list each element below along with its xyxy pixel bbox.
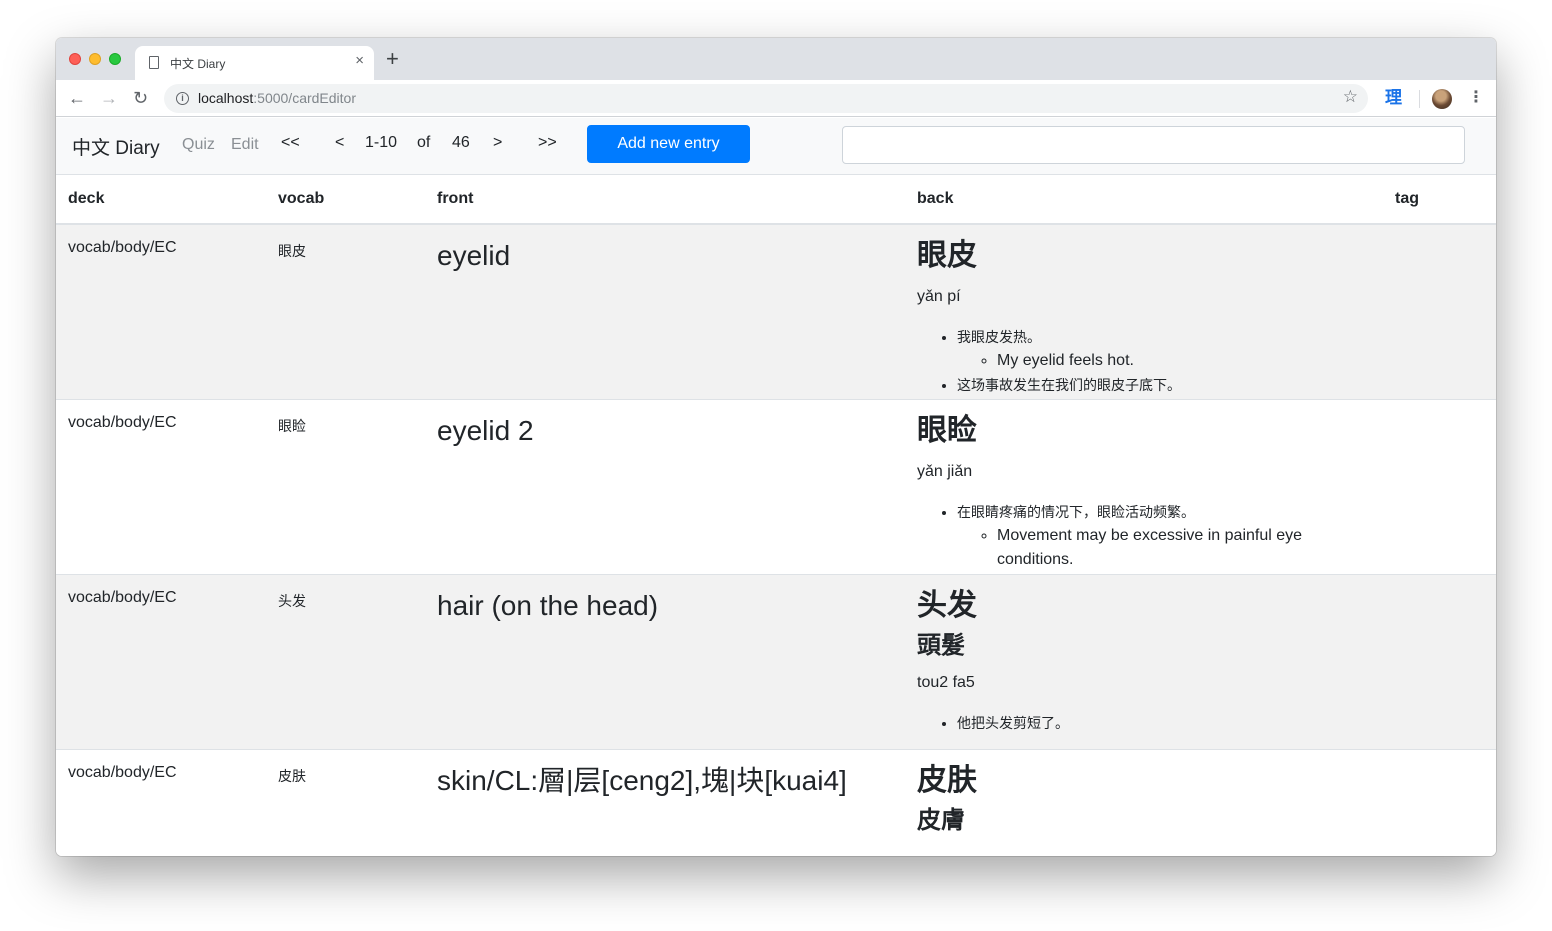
vocab-cell: 眼睑 <box>278 417 306 434</box>
tab-strip: 中文 Diary × + <box>56 38 1496 80</box>
deck-cell: vocab/body/EC <box>68 588 177 606</box>
front-cell: skin/CL:層|层[ceng2],塊|块[kuai4] <box>437 764 847 796</box>
example-item: 他把头发剪短了。 <box>957 711 1371 735</box>
profile-avatar[interactable] <box>1432 89 1452 109</box>
page-of-label: of <box>417 134 431 151</box>
first-page-button[interactable]: << <box>281 134 300 152</box>
next-page-button[interactable]: > <box>493 134 502 152</box>
document-icon <box>149 56 159 69</box>
card-table: deck vocab front back tag vocab/body/EC … <box>56 174 1496 856</box>
example-list: 他把头发剪短了。 <box>917 711 1371 735</box>
back-pinyin: tou2 fa5 <box>917 673 975 691</box>
front-cell: eyelid <box>437 239 511 271</box>
page-range: 1-10 <box>365 134 398 151</box>
back-cell: 眼皮 yǎn pí 我眼皮发热。 My eyelid feels hot. 这场… <box>917 237 1371 397</box>
front-cell: hair (on the head) <box>437 589 659 621</box>
brand[interactable]: 中文 Diary <box>72 133 160 160</box>
back-arrow-icon[interactable]: ← <box>68 86 86 110</box>
back-title: 皮肤 <box>917 763 977 797</box>
table-row[interactable]: vocab/body/EC 眼皮 eyelid 眼皮 yǎn pí 我眼皮发热。… <box>56 223 1496 399</box>
example-list: 我眼皮发热。 My eyelid feels hot. 这场事故发生在我们的眼皮… <box>917 325 1371 397</box>
example-translation: My eyelid feels hot. <box>997 349 1371 373</box>
deck-cell: vocab/body/EC <box>68 763 177 781</box>
back-subtitle: 皮膚 <box>917 806 965 834</box>
table-row[interactable]: vocab/body/EC 眼睑 eyelid 2 眼睑 yǎn jiǎn 在眼… <box>56 398 1496 574</box>
address-bar[interactable]: i localhost:5000/cardEditor ☆ <box>164 84 1368 113</box>
page-total: 46 <box>452 134 470 151</box>
deck-cell: vocab/body/EC <box>68 238 177 256</box>
reload-icon[interactable]: ↻ <box>133 86 148 110</box>
header-tag: tag <box>1383 174 1496 225</box>
back-subtitle: 頭髮 <box>917 631 965 659</box>
last-page-button[interactable]: >> <box>538 134 557 152</box>
header-deck: deck <box>56 174 266 225</box>
vocab-cell: 皮肤 <box>278 767 306 784</box>
back-cell: 皮肤 皮膚 <box>917 762 1371 857</box>
table-row[interactable]: vocab/body/EC 皮肤 skin/CL:層|层[ceng2],塊|块[… <box>56 748 1496 857</box>
app-navbar: 中文 Diary Quiz Edit << < 1-10 of 46 > >> … <box>56 118 1496 174</box>
new-tab-button[interactable]: + <box>386 48 399 70</box>
header-back: back <box>905 174 1383 225</box>
nav-edit-link[interactable]: Edit <box>231 136 259 154</box>
example-item: 我眼皮发热。 My eyelid feels hot. <box>957 325 1371 373</box>
example-item: 在眼睛疼痛的情况下，眼睑活动频繁。 Movement may be excess… <box>957 500 1371 572</box>
deck-cell: vocab/body/EC <box>68 413 177 431</box>
browser-toolbar: ← → ↻ i localhost:5000/cardEditor ☆ 理 ⋮ <box>56 80 1496 117</box>
header-vocab: vocab <box>266 174 425 225</box>
back-title: 头发 <box>917 588 977 622</box>
table-row[interactable]: vocab/body/EC 头发 hair (on the head) 头发 頭… <box>56 573 1496 749</box>
back-pinyin: yǎn jiǎn <box>917 462 973 480</box>
menu-icon[interactable]: ⋮ <box>1468 88 1484 108</box>
table-header-row: deck vocab front back tag <box>56 174 1496 225</box>
forward-arrow-icon[interactable]: → <box>100 86 118 110</box>
example-translation: Movement may be excessive in painful eye… <box>997 524 1327 572</box>
front-cell: eyelid 2 <box>437 414 534 446</box>
tab-close-icon[interactable]: × <box>355 52 364 69</box>
maximize-window-button[interactable] <box>109 53 121 65</box>
back-cell: 眼睑 yǎn jiǎn 在眼睛疼痛的情况下，眼睑活动频繁。 Movement m… <box>917 412 1371 572</box>
url-text[interactable]: localhost:5000/cardEditor <box>198 90 356 106</box>
back-cell: 头发 頭髮 tou2 fa5 他把头发剪短了。 <box>917 587 1371 747</box>
example-item: 这场事故发生在我们的眼皮子底下。 <box>957 373 1371 397</box>
nav-quiz-link[interactable]: Quiz <box>182 136 215 154</box>
minimize-window-button[interactable] <box>89 53 101 65</box>
tab-title: 中文 Diary <box>170 57 226 71</box>
star-icon[interactable]: ☆ <box>1343 87 1358 107</box>
app-content: 中文 Diary Quiz Edit << < 1-10 of 46 > >> … <box>56 118 1496 856</box>
close-window-button[interactable] <box>69 53 81 65</box>
back-title: 眼睑 <box>917 413 977 447</box>
vocab-cell: 头发 <box>278 592 306 609</box>
back-pinyin: yǎn pí <box>917 287 961 305</box>
extension-icon[interactable]: 理 <box>1385 88 1402 108</box>
toolbar-divider <box>1419 90 1420 108</box>
browser-window: 中文 Diary × + ← → ↻ i localhost:5000/card… <box>56 38 1496 856</box>
example-list: 在眼睛疼痛的情况下，眼睑活动频繁。 Movement may be excess… <box>917 500 1371 572</box>
prev-page-button[interactable]: < <box>335 134 344 152</box>
vocab-cell: 眼皮 <box>278 242 306 259</box>
back-title: 眼皮 <box>917 238 977 272</box>
header-front: front <box>425 174 905 225</box>
add-new-entry-button[interactable]: Add new entry <box>587 125 750 163</box>
info-icon[interactable]: i <box>176 92 189 105</box>
search-input[interactable] <box>842 126 1465 164</box>
browser-tab[interactable]: 中文 Diary × <box>135 46 374 80</box>
